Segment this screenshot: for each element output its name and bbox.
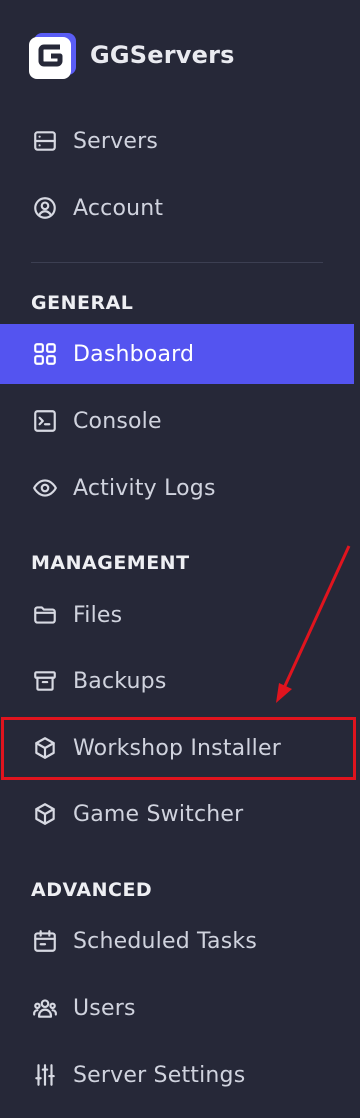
nav-item-label: Server Settings	[73, 1062, 246, 1088]
nav-item-label: Game Switcher	[73, 801, 244, 827]
section-heading-general: GENERAL	[31, 292, 134, 314]
nav-item-dashboard[interactable]: Dashboard	[0, 324, 354, 384]
users-icon	[31, 994, 59, 1022]
nav-item-label: Files	[73, 602, 123, 628]
sidebar: GGServers Servers Account GENERAL Dashbo…	[0, 0, 354, 1118]
nav-item-label: Activity Logs	[73, 475, 216, 501]
nav-item-label: Users	[73, 995, 136, 1021]
nav-item-account[interactable]: Account	[0, 178, 354, 238]
divider	[31, 262, 323, 263]
cube-icon	[31, 800, 59, 828]
terminal-icon	[31, 407, 59, 435]
brand[interactable]: GGServers	[28, 30, 235, 80]
ggservers-logo-icon	[29, 33, 76, 79]
server-icon	[31, 127, 59, 155]
nav-item-servers[interactable]: Servers	[0, 111, 354, 171]
sliders-icon	[31, 1061, 59, 1089]
nav-item-label: Dashboard	[73, 341, 195, 367]
nav-item-backups[interactable]: Backups	[0, 651, 354, 711]
nav-item-scheduled-tasks[interactable]: Scheduled Tasks	[0, 911, 354, 971]
cube-icon	[31, 734, 59, 762]
nav-item-users[interactable]: Users	[0, 978, 354, 1038]
eye-icon	[31, 474, 59, 502]
grid-icon	[31, 340, 59, 368]
folder-icon	[31, 601, 59, 629]
nav-item-server-settings[interactable]: Server Settings	[0, 1045, 354, 1105]
section-heading-management: MANAGEMENT	[31, 552, 190, 574]
archive-icon	[31, 667, 59, 695]
account-icon	[31, 194, 59, 222]
nav-item-label: Backups	[73, 668, 167, 694]
nav-item-label: Account	[73, 195, 164, 221]
nav-item-files[interactable]: Files	[0, 585, 354, 645]
nav-item-label: Workshop Installer	[73, 735, 281, 761]
section-heading-advanced: ADVANCED	[31, 879, 153, 901]
nav-item-console[interactable]: Console	[0, 391, 354, 451]
brand-name: GGServers	[90, 41, 235, 69]
nav-item-label: Servers	[73, 128, 159, 154]
nav-item-workshop-installer[interactable]: Workshop Installer	[0, 718, 354, 778]
nav-item-game-switcher[interactable]: Game Switcher	[0, 784, 354, 844]
calendar-icon	[31, 927, 59, 955]
nav-item-activity-logs[interactable]: Activity Logs	[0, 458, 354, 518]
nav-item-label: Scheduled Tasks	[73, 928, 257, 954]
nav-item-label: Console	[73, 408, 162, 434]
